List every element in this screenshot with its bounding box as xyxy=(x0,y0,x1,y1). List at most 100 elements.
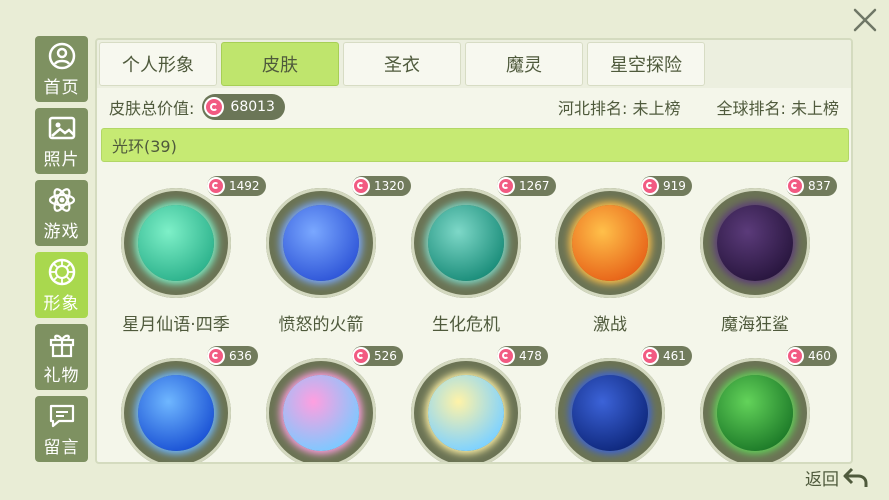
skin-ring xyxy=(411,358,521,462)
price: 837 xyxy=(808,179,831,193)
candy-icon xyxy=(204,97,225,117)
price-badge: 478 xyxy=(497,346,548,366)
skin-ring xyxy=(555,188,665,298)
skin-item[interactable]: 636 xyxy=(115,346,258,462)
skin-item[interactable]: 526 xyxy=(260,346,403,462)
skin-orb xyxy=(283,375,359,451)
skin-ring xyxy=(266,188,376,298)
candy-icon xyxy=(497,347,515,365)
price-badge: 461 xyxy=(641,346,692,366)
sidebar-item-games[interactable]: 游戏 xyxy=(35,180,88,246)
skin-orb xyxy=(572,375,648,451)
skin-item[interactable]: 837 魔海狂鲨 xyxy=(694,176,837,346)
ring-icon xyxy=(48,258,75,285)
message-icon xyxy=(49,404,74,427)
sidebar-item-photos[interactable]: 照片 xyxy=(35,108,88,174)
candy-icon xyxy=(207,177,225,195)
close-icon[interactable] xyxy=(851,6,879,34)
price-badge: 1492 xyxy=(207,176,266,196)
item-name: 星月仙语·四季 xyxy=(122,315,230,335)
price: 526 xyxy=(374,349,397,363)
skin-orb xyxy=(283,205,359,281)
candy-icon xyxy=(786,177,804,195)
person-icon xyxy=(48,42,75,69)
back-label: 返回 xyxy=(805,470,839,490)
skin-orb xyxy=(717,375,793,451)
sidebar-item-home[interactable]: 首页 xyxy=(35,36,88,102)
skin-orb xyxy=(428,375,504,451)
skin-item[interactable]: 1320 愤怒的火箭 xyxy=(260,176,411,346)
price: 478 xyxy=(519,349,542,363)
sidebar-item-gifts[interactable]: 礼物 xyxy=(35,324,88,390)
gift-icon xyxy=(49,334,74,357)
skin-item[interactable]: 478 xyxy=(405,346,548,462)
sidebar: 首页 照片 游戏 形象 礼物 留言 xyxy=(35,36,88,468)
candy-icon xyxy=(497,177,515,195)
skin-item[interactable]: 461 xyxy=(549,346,692,462)
price: 1267 xyxy=(519,179,550,193)
main-panel: 个人形象 皮肤 圣衣 魔灵 星空探险 皮肤总价值: 68013 河北排名: 未上… xyxy=(95,38,853,464)
candy-icon xyxy=(641,177,659,195)
sidebar-item-messages[interactable]: 留言 xyxy=(35,396,88,462)
price-badge: 1320 xyxy=(352,176,411,196)
sidebar-item-avatar[interactable]: 形象 xyxy=(35,252,88,318)
sidebar-item-label: 首页 xyxy=(43,77,80,98)
skin-ring xyxy=(700,188,810,298)
skin-ring xyxy=(555,358,665,462)
photo-icon xyxy=(48,116,75,139)
price-badge: 837 xyxy=(786,176,837,196)
skin-item[interactable]: 1267 生化危机 xyxy=(405,176,556,346)
skin-item[interactable]: 919 激战 xyxy=(549,176,692,346)
price-badge: 636 xyxy=(207,346,258,366)
skin-orb xyxy=(717,205,793,281)
price: 461 xyxy=(663,349,686,363)
section-header[interactable]: 光环(39) xyxy=(101,128,849,162)
price-badge: 460 xyxy=(786,346,837,366)
sidebar-item-label: 留言 xyxy=(43,437,80,458)
sidebar-item-label: 游戏 xyxy=(43,221,80,242)
atom-icon xyxy=(48,187,75,212)
total-value-pill: 68013 xyxy=(202,94,285,120)
item-name: 激战 xyxy=(593,315,627,335)
skin-ring xyxy=(266,358,376,462)
skin-info-row: 皮肤总价值: 68013 河北排名: 未上榜 全球排名: 未上榜 xyxy=(109,92,839,122)
price-badge: 526 xyxy=(352,346,403,366)
tab-skin[interactable]: 皮肤 xyxy=(221,42,339,86)
skin-item[interactable]: 460 xyxy=(694,346,837,462)
tab-personal-image[interactable]: 个人形象 xyxy=(99,42,217,86)
tab-holy-armor[interactable]: 圣衣 xyxy=(343,42,461,86)
tab-star-adventure[interactable]: 星空探险 xyxy=(587,42,705,86)
candy-icon xyxy=(641,347,659,365)
skin-ring xyxy=(121,358,231,462)
skin-ring xyxy=(121,188,231,298)
tab-spirit[interactable]: 魔灵 xyxy=(465,42,583,86)
candy-icon xyxy=(352,177,370,195)
back-arrow-icon xyxy=(843,467,868,487)
section-title: 光环(39) xyxy=(112,137,177,156)
sidebar-item-label: 形象 xyxy=(43,293,80,314)
sidebar-item-label: 照片 xyxy=(43,149,80,170)
global-rank: 全球排名: 未上榜 xyxy=(716,99,839,118)
skin-item[interactable]: 1492 星月仙语·四季 xyxy=(115,176,266,346)
price-badge: 919 xyxy=(641,176,692,196)
total-value: 68013 xyxy=(230,99,275,115)
price-badge: 1267 xyxy=(497,176,556,196)
skin-orb xyxy=(572,205,648,281)
candy-icon xyxy=(786,347,804,365)
price: 1492 xyxy=(229,179,260,193)
candy-icon xyxy=(352,347,370,365)
skin-ring xyxy=(700,358,810,462)
back-button[interactable]: 返回 xyxy=(805,465,869,490)
province-rank: 河北排名: 未上榜 xyxy=(558,99,681,118)
total-value-label: 皮肤总价值: xyxy=(109,99,195,118)
item-name: 愤怒的火箭 xyxy=(278,315,364,335)
candy-icon xyxy=(207,347,225,365)
price: 1320 xyxy=(374,179,405,193)
skin-orb xyxy=(138,375,214,451)
sidebar-item-label: 礼物 xyxy=(43,365,80,386)
tab-bar: 个人形象 皮肤 圣衣 魔灵 星空探险 xyxy=(99,42,709,88)
price: 919 xyxy=(663,179,686,193)
price: 636 xyxy=(229,349,252,363)
skin-ring xyxy=(411,188,521,298)
skin-orb xyxy=(428,205,504,281)
